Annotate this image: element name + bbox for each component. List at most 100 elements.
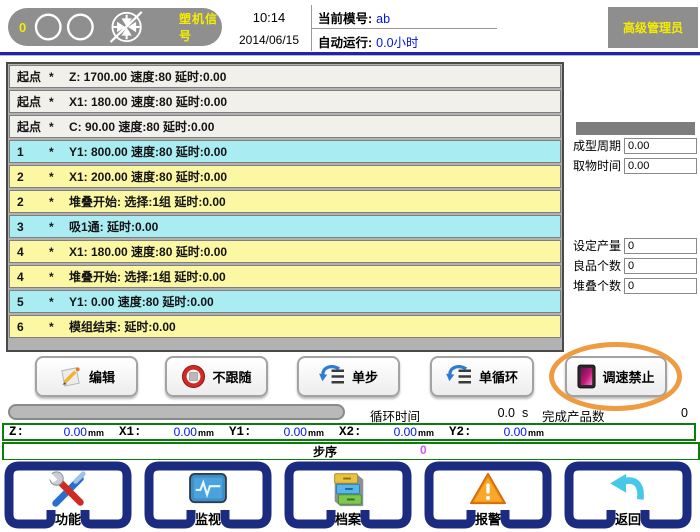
stack-count-field[interactable]: 0 xyxy=(624,278,697,294)
alarm-icon xyxy=(423,471,553,507)
axis-z-value: 0.00 xyxy=(64,425,87,439)
program-row-star: * xyxy=(49,295,69,309)
axis-y1-unit: mm xyxy=(308,428,324,438)
program-row-star: * xyxy=(49,270,69,284)
program-row-star: * xyxy=(49,70,69,84)
good-count-field[interactable]: 0 xyxy=(624,258,697,274)
pickup-time-label: 取物时间 xyxy=(573,157,624,174)
program-row[interactable]: 4*堆叠开始: 选择:1组 延时:0.00 xyxy=(9,265,561,288)
back-icon xyxy=(563,472,693,506)
program-row-star: * xyxy=(49,95,69,109)
program-row-number: 5 xyxy=(10,295,49,309)
user-role-badge[interactable]: 高级管理员 xyxy=(608,7,698,48)
axis-y2-unit: mm xyxy=(528,428,544,438)
topbar-horizontal-divider xyxy=(311,28,497,29)
signal-counter: 0 xyxy=(19,20,29,35)
speed-switch-icon xyxy=(577,364,596,389)
signal-lamps-icon xyxy=(29,10,177,44)
program-row-number: 起点 xyxy=(10,118,49,135)
monitor-icon xyxy=(143,472,273,506)
program-row[interactable]: 1*Y1: 800.00 速度:80 延时:0.00 xyxy=(9,140,561,163)
current-mold-row: 当前模号:ab xyxy=(318,8,390,27)
single-cycle-button[interactable]: 单循环 xyxy=(430,356,534,397)
right-panel-bar xyxy=(576,122,695,135)
axis-x2-value: 0.00 xyxy=(394,425,417,439)
nav-function-button[interactable]: 功能 xyxy=(3,460,133,530)
auto-run-label: 自动运行: xyxy=(318,36,372,50)
time-text: 10:14 xyxy=(224,10,314,25)
axis-z-label: Z: xyxy=(4,425,24,439)
speed-limit-button-label: 调速禁止 xyxy=(602,367,654,386)
axis-y1-label: Y1: xyxy=(224,425,252,439)
program-row-number: 4 xyxy=(10,270,49,284)
program-row-star: * xyxy=(49,220,69,234)
nav-files-label: 档案 xyxy=(283,509,413,528)
program-row[interactable]: 4*X1: 180.00 速度:80 延时:0.00 xyxy=(9,240,561,263)
program-row-text: X1: 180.00 速度:80 延时:0.00 xyxy=(69,93,560,110)
target-output-field[interactable]: 0 xyxy=(624,238,697,254)
program-row[interactable]: 起点*C: 90.00 速度:80 延时:0.00 xyxy=(9,115,561,138)
nav-back-button[interactable]: 返回 xyxy=(563,460,693,530)
speed-limit-button[interactable]: 调速禁止 xyxy=(565,356,667,397)
stack-count-label: 堆叠个数 xyxy=(573,277,624,294)
nav-function-label: 功能 xyxy=(3,509,133,528)
program-row-text: 吸1通: 延时:0.00 xyxy=(69,218,560,235)
nav-monitor-button[interactable]: 监视 xyxy=(143,460,273,530)
program-row[interactable]: 3*吸1通: 延时:0.00 xyxy=(9,215,561,238)
program-row-text: 模组结束: 延时:0.00 xyxy=(69,318,560,335)
program-row[interactable]: 起点*Z: 1700.00 速度:80 延时:0.00 xyxy=(9,65,561,88)
cycle-time-value: 0.0 xyxy=(470,406,515,420)
tools-icon xyxy=(3,469,133,511)
pickup-time-field[interactable]: 0.00 xyxy=(624,158,697,174)
program-row[interactable]: 2*X1: 200.00 速度:80 延时:0.00 xyxy=(9,165,561,188)
program-row-text: 堆叠开始: 选择:1组 延时:0.00 xyxy=(69,193,560,210)
program-row-star: * xyxy=(49,195,69,209)
program-row-star: * xyxy=(49,320,69,334)
step-sequence-label: 步序 xyxy=(313,443,337,460)
edit-button[interactable]: 编辑 xyxy=(35,356,138,397)
program-row-number: 4 xyxy=(10,245,49,259)
program-row-number: 6 xyxy=(10,320,49,334)
date-text: 2014/06/15 xyxy=(224,33,314,47)
single-step-button[interactable]: 单步 xyxy=(297,356,400,397)
program-row[interactable]: 2*堆叠开始: 选择:1组 延时:0.00 xyxy=(9,190,561,213)
cycle-period-field-row: 成型周期 0.00 xyxy=(573,137,697,154)
axis-position-box: Z: 0.00 mm X1: 0.00 mm Y1: 0.00 mm X2: 0… xyxy=(2,423,696,441)
program-row-number: 2 xyxy=(10,195,49,209)
pickup-time-field-row: 取物时间 0.00 xyxy=(573,157,697,174)
program-row-number: 2 xyxy=(10,170,49,184)
single-cycle-icon xyxy=(446,365,473,388)
axis-x2: X2: 0.00 mm xyxy=(334,425,444,439)
no-follow-button-label: 不跟随 xyxy=(212,367,251,386)
axis-x2-label: X2: xyxy=(334,425,362,439)
cycle-period-label: 成型周期 xyxy=(573,137,624,154)
good-count-field-row: 良品个数 0 xyxy=(573,257,697,274)
nav-back-label: 返回 xyxy=(563,509,693,528)
axis-z-unit: mm xyxy=(88,428,104,438)
axis-x1-unit: mm xyxy=(198,428,214,438)
cycle-time-unit: s xyxy=(522,406,528,420)
axis-x1: X1: 0.00 mm xyxy=(114,425,224,439)
signal-panel-label: 塑机信号 xyxy=(179,10,222,44)
nav-files-button[interactable]: 档案 xyxy=(283,460,413,530)
program-row-number: 起点 xyxy=(10,93,49,110)
good-count-label: 良品个数 xyxy=(573,257,624,274)
single-cycle-button-label: 单循环 xyxy=(479,367,518,386)
auto-run-row: 自动运行:0.0小时 xyxy=(318,32,419,51)
single-step-icon xyxy=(319,365,346,388)
pencil-icon xyxy=(58,364,83,389)
nav-alarm-button[interactable]: 报警 xyxy=(423,460,553,530)
cycle-period-field[interactable]: 0.00 xyxy=(624,138,697,154)
target-output-field-row: 设定产量 0 xyxy=(573,237,697,254)
program-row[interactable]: 起点*X1: 180.00 速度:80 延时:0.00 xyxy=(9,90,561,113)
program-row-number: 1 xyxy=(10,145,49,159)
program-row[interactable]: 5*Y1: 0.00 速度:80 延时:0.00 xyxy=(9,290,561,313)
topbar-separator xyxy=(0,52,700,56)
bottom-navigation: 功能 监视 xyxy=(0,460,700,532)
current-mold-label: 当前模号: xyxy=(318,12,372,26)
no-follow-button[interactable]: 不跟随 xyxy=(165,356,268,397)
axis-x2-unit: mm xyxy=(418,428,434,438)
program-row[interactable]: 6*模组结束: 延时:0.00 xyxy=(9,315,561,338)
files-icon xyxy=(283,469,413,509)
program-row-text: X1: 200.00 速度:80 延时:0.00 xyxy=(69,168,560,185)
